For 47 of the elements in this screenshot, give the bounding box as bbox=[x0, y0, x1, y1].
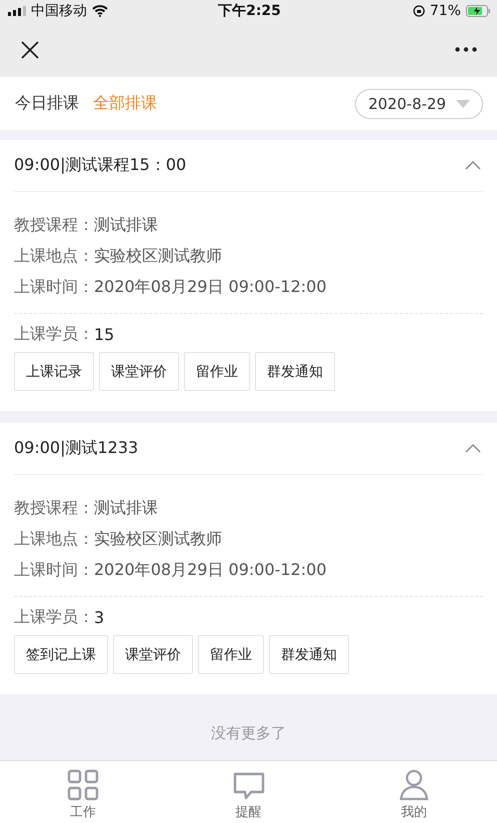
tab-bar-item[interactable]: 我的 bbox=[331, 761, 497, 823]
action-button[interactable]: 群发通知 bbox=[255, 352, 335, 391]
field-value: 2020年08月29日 09:00-12:00 bbox=[94, 277, 327, 298]
status-time: 下午2:25 bbox=[218, 2, 281, 20]
lesson-title: 09:00|测试课程15：00 bbox=[14, 155, 186, 176]
action-button[interactable]: 留作业 bbox=[184, 352, 250, 391]
action-button[interactable]: 留作业 bbox=[198, 635, 264, 674]
field-value: 实验校区测试教师 bbox=[94, 529, 222, 550]
field-label: 上课地点： bbox=[14, 246, 94, 267]
chevron-up-icon[interactable] bbox=[465, 444, 481, 453]
field-label: 上课学员： bbox=[14, 606, 94, 628]
field-label: 上课时间： bbox=[14, 560, 94, 581]
schedule-tab[interactable]: 今日排课 bbox=[15, 93, 79, 114]
dropdown-icon bbox=[456, 100, 470, 108]
field-value: 测试排课 bbox=[94, 498, 158, 519]
signal-icon bbox=[8, 6, 26, 16]
action-button[interactable]: 上课记录 bbox=[14, 352, 94, 391]
chevron-up-icon[interactable] bbox=[465, 161, 481, 170]
field-label: 上课时间： bbox=[14, 277, 94, 298]
carrier-name: 中国移动 bbox=[31, 2, 87, 20]
action-button[interactable]: 签到记上课 bbox=[14, 635, 108, 674]
field-value: 测试排课 bbox=[94, 215, 158, 236]
date-picker[interactable]: 2020-8-29 bbox=[355, 88, 483, 118]
tab-bar-item[interactable]: 工作 bbox=[0, 761, 166, 823]
chat-icon bbox=[232, 771, 264, 801]
wifi-icon bbox=[92, 5, 108, 17]
field-label: 上课地点： bbox=[14, 529, 94, 550]
field-value: 实验校区测试教师 bbox=[94, 246, 222, 267]
grid-icon bbox=[66, 769, 99, 801]
field-label: 上课学员： bbox=[14, 324, 94, 344]
student-count: 3 bbox=[94, 608, 104, 626]
tab-bar-item[interactable]: 提醒 bbox=[166, 761, 332, 823]
close-icon[interactable] bbox=[21, 40, 39, 58]
more-icon[interactable] bbox=[455, 47, 477, 52]
battery-icon bbox=[466, 5, 491, 17]
field-value: 2020年08月29日 09:00-12:00 bbox=[94, 560, 327, 581]
action-button[interactable]: 群发通知 bbox=[269, 635, 349, 674]
field-label: 教授课程： bbox=[14, 498, 94, 519]
action-button[interactable]: 课堂评价 bbox=[99, 352, 179, 391]
battery-percent: 71% bbox=[430, 3, 461, 19]
field-label: 教授课程： bbox=[14, 215, 94, 236]
rotation-lock-icon bbox=[412, 5, 425, 17]
student-count: 15 bbox=[94, 324, 114, 344]
lesson-title: 09:00|测试1233 bbox=[14, 438, 138, 459]
action-button[interactable]: 课堂评价 bbox=[113, 635, 193, 674]
person-icon bbox=[398, 769, 430, 801]
end-of-list-text: 没有更多了 bbox=[211, 724, 286, 742]
